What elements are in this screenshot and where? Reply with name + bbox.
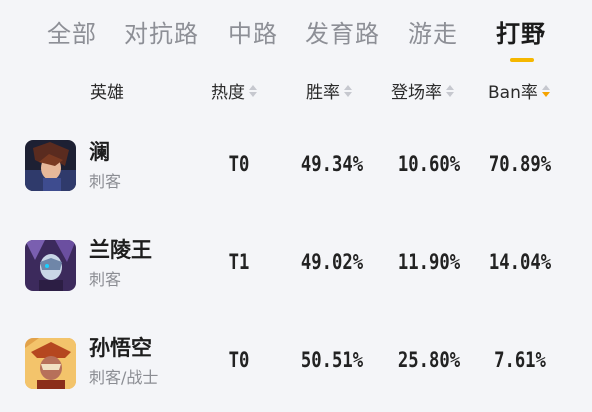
tab-mid-lane[interactable]: 中路 bbox=[228, 14, 278, 49]
hero-portrait-icon bbox=[25, 240, 76, 291]
column-heat-sort[interactable]: 热度 bbox=[211, 78, 257, 103]
tab-clash-lane[interactable]: 对抗路 bbox=[124, 14, 199, 49]
lane-tabs: 全部 对抗路 中路 发育路 游走 打野 bbox=[0, 0, 592, 62]
column-winrate-label: 胜率 bbox=[306, 83, 340, 103]
tier-value: T0 bbox=[228, 348, 250, 372]
hero-name: 澜 bbox=[89, 140, 110, 164]
win-rate-value: 50.51% bbox=[300, 348, 364, 372]
column-banrate-label: Ban率 bbox=[488, 83, 538, 103]
active-tab-indicator bbox=[510, 58, 534, 62]
sort-icon bbox=[446, 84, 454, 97]
pick-rate-value: 25.80% bbox=[397, 348, 461, 372]
win-rate-value: 49.02% bbox=[300, 250, 364, 274]
hero-role: 刺客/战士 bbox=[89, 368, 159, 387]
hero-portrait-icon bbox=[25, 338, 76, 389]
column-pickrate-label: 登场率 bbox=[391, 83, 442, 103]
ban-rate-value: 14.04% bbox=[488, 250, 552, 274]
ban-rate-value: 7.61% bbox=[494, 348, 546, 372]
tab-all[interactable]: 全部 bbox=[47, 14, 97, 49]
win-rate-value: 49.34% bbox=[300, 152, 364, 176]
hero-role: 刺客 bbox=[89, 172, 122, 191]
tab-jungle[interactable]: 打野 bbox=[496, 14, 546, 49]
tier-value: T1 bbox=[228, 250, 250, 274]
tab-farm-lane[interactable]: 发育路 bbox=[305, 14, 380, 49]
tab-roam[interactable]: 游走 bbox=[408, 14, 458, 49]
column-hero: 英雄 bbox=[90, 78, 124, 103]
column-hero-label: 英雄 bbox=[90, 83, 124, 103]
hero-portrait-icon bbox=[25, 140, 76, 191]
table-row[interactable]: 兰陵王 刺客 T1 49.02% 11.90% 14.04% bbox=[0, 216, 592, 312]
table-row[interactable]: 澜 刺客 T0 49.34% 10.60% 70.89% bbox=[0, 118, 592, 214]
sort-icon bbox=[249, 84, 257, 97]
pick-rate-value: 10.60% bbox=[397, 152, 461, 176]
table-row[interactable]: 孙悟空 刺客/战士 T0 50.51% 25.80% 7.61% bbox=[0, 316, 592, 412]
hero-role: 刺客 bbox=[89, 270, 122, 289]
pick-rate-value: 11.90% bbox=[397, 250, 461, 274]
sort-icon bbox=[344, 84, 352, 97]
column-winrate-sort[interactable]: 胜率 bbox=[306, 78, 352, 103]
hero-name: 兰陵王 bbox=[89, 238, 152, 262]
column-heat-label: 热度 bbox=[211, 83, 245, 103]
hero-name: 孙悟空 bbox=[89, 336, 152, 360]
tier-value: T0 bbox=[228, 152, 250, 176]
column-banrate-sort[interactable]: Ban率 bbox=[488, 78, 550, 103]
column-pickrate-sort[interactable]: 登场率 bbox=[391, 78, 454, 103]
table-header: 英雄 热度 胜率 登场率 Ban率 bbox=[0, 74, 592, 106]
ban-rate-value: 70.89% bbox=[488, 152, 552, 176]
sort-descending-icon bbox=[541, 84, 550, 97]
